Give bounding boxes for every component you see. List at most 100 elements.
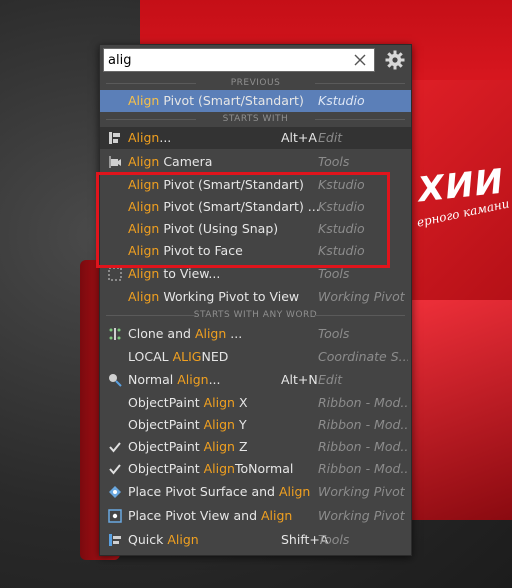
result-row[interactable]: Align Pivot (Smart/Standart) Kstudio	[100, 90, 411, 112]
result-label: Place Pivot View and Align	[128, 505, 292, 527]
result-row[interactable]: ObjectPaint Align Y Ribbon - Mod...	[100, 414, 411, 436]
label-suffix: ...	[159, 130, 172, 145]
category-label: Working Pivot	[318, 508, 405, 523]
match-highlight: Align	[128, 243, 160, 258]
shortcut-label: Alt+A	[281, 130, 317, 145]
result-row[interactable]: Align Pivot (Smart/Standart) ... Kstudio	[100, 196, 411, 218]
result-row[interactable]: ObjectPaint Align Z Ribbon - Mod...	[100, 436, 411, 458]
background-red-object	[400, 300, 512, 520]
match-highlight: Align	[194, 326, 227, 341]
align-view-icon	[108, 267, 122, 281]
match-highlight: Align	[128, 199, 160, 214]
category-label: Kstudio	[318, 177, 365, 192]
result-label: ObjectPaint AlignToNormal	[128, 458, 293, 480]
shortcut-label: Alt+N	[281, 372, 318, 387]
label-suffix: Pivot to Face	[159, 243, 243, 258]
search-input[interactable]	[108, 51, 348, 69]
match-highlight: Align	[278, 484, 311, 499]
result-label: Align to View...	[128, 263, 220, 285]
result-row[interactable]: Place Pivot View and Align Working Pivot	[100, 505, 411, 527]
result-label: ObjectPaint Align X	[128, 392, 248, 414]
check-icon	[109, 464, 121, 475]
result-row[interactable]: Clone and Align ... Tools	[100, 323, 411, 345]
result-row[interactable]: Normal Align... Alt+N Edit	[100, 369, 411, 391]
label-suffix: Pivot (Using Snap)	[159, 221, 279, 236]
match-highlight: Align	[203, 439, 235, 454]
result-row[interactable]: Align Pivot (Using Snap) Kstudio	[100, 218, 411, 240]
result-label: Place Pivot Surface and Align	[128, 481, 310, 503]
match-highlight: Align	[128, 93, 160, 108]
label-suffix: X	[234, 395, 248, 410]
match-highlight: Align	[128, 266, 160, 281]
result-row[interactable]: ObjectPaint Align X Ribbon - Mod...	[100, 392, 411, 414]
label-prefix: Quick	[128, 532, 168, 547]
match-highlight: Align	[177, 372, 209, 387]
category-label: Working Pivot	[318, 289, 405, 304]
category-label: Coordinate S...	[318, 349, 408, 364]
result-row[interactable]: Align Pivot (Smart/Standart) Kstudio	[100, 174, 411, 196]
result-row[interactable]: Align... Alt+A Edit	[100, 127, 411, 149]
result-row[interactable]: LOCAL ALIGNED Coordinate S...	[100, 346, 411, 368]
label-suffix: Pivot (Smart/Standart) ...	[159, 199, 320, 214]
result-label: LOCAL ALIGNED	[128, 346, 228, 368]
category-label: Edit	[318, 372, 343, 387]
label-prefix: ObjectPaint	[128, 395, 204, 410]
label-prefix: Place Pivot View and	[128, 508, 261, 523]
result-row[interactable]: Align Camera Tools	[100, 151, 411, 173]
label-suffix: Pivot (Smart/Standart)	[159, 177, 304, 192]
check-icon	[109, 442, 121, 453]
label-prefix: Clone and	[128, 326, 195, 341]
match-highlight: Align	[128, 130, 160, 145]
category-label: Kstudio	[318, 243, 365, 258]
result-label: Quick Align	[128, 529, 199, 551]
match-highlight: Align	[261, 508, 293, 523]
result-label: Align Pivot (Smart/Standart)	[128, 174, 304, 196]
result-row[interactable]: ObjectPaint AlignToNormal Ribbon - Mod...	[100, 458, 411, 480]
label-suffix: Working Pivot to View	[159, 289, 300, 304]
label-prefix: ObjectPaint	[128, 439, 204, 454]
label-suffix: ...	[208, 372, 221, 387]
category-label: Kstudio	[318, 93, 365, 108]
label-suffix: ...	[226, 326, 243, 341]
match-highlight: ALIG	[172, 349, 202, 364]
label-prefix: Place Pivot Surface and	[128, 484, 279, 499]
search-box[interactable]	[103, 48, 375, 72]
label-prefix: ObjectPaint	[128, 417, 204, 432]
category-label: Tools	[318, 154, 350, 169]
result-row[interactable]: Place Pivot Surface and Align Working Piv…	[100, 481, 411, 503]
gear-icon[interactable]	[384, 49, 406, 71]
close-icon[interactable]	[352, 52, 368, 68]
normal-align-icon	[109, 374, 122, 387]
section-header-any-word: STARTS WITH ANY WORD	[100, 309, 411, 321]
match-highlight: Align	[128, 177, 160, 192]
label-suffix: Camera	[159, 154, 213, 169]
clone-align-icon	[109, 328, 121, 340]
category-label: Edit	[318, 130, 343, 145]
result-row[interactable]: Align to View... Tools	[100, 263, 411, 285]
match-highlight: Align	[203, 461, 235, 476]
category-label: Ribbon - Mod...	[318, 439, 408, 454]
match-highlight: Align	[203, 395, 235, 410]
camera-icon	[109, 156, 121, 168]
result-label: Clone and Align ...	[128, 323, 242, 345]
label-suffix: to View...	[159, 266, 221, 281]
result-label: Align Working Pivot to View	[128, 286, 299, 308]
result-label: Align Pivot (Smart/Standart)	[128, 90, 304, 112]
match-highlight: Align	[128, 154, 160, 169]
section-header-starts-with: STARTS WITH	[100, 113, 411, 125]
result-row[interactable]: Align Pivot to Face Kstudio	[100, 240, 411, 262]
result-row[interactable]: Quick Align Shift+A Tools	[100, 529, 411, 551]
result-label: Align...	[128, 127, 171, 149]
result-label: Align Pivot to Face	[128, 240, 243, 262]
label-prefix: Normal	[128, 372, 178, 387]
label-suffix: Z	[234, 439, 248, 454]
label-prefix: LOCAL	[128, 349, 173, 364]
align-icon	[109, 132, 120, 144]
result-row[interactable]: Align Working Pivot to View Working Pivot	[100, 286, 411, 308]
label-suffix: Y	[234, 417, 247, 432]
result-label: Align Pivot (Using Snap)	[128, 218, 278, 240]
result-label: ObjectPaint Align Y	[128, 414, 247, 436]
match-highlight: Align	[167, 532, 199, 547]
category-label: Ribbon - Mod...	[318, 417, 408, 432]
category-label: Tools	[318, 266, 350, 281]
